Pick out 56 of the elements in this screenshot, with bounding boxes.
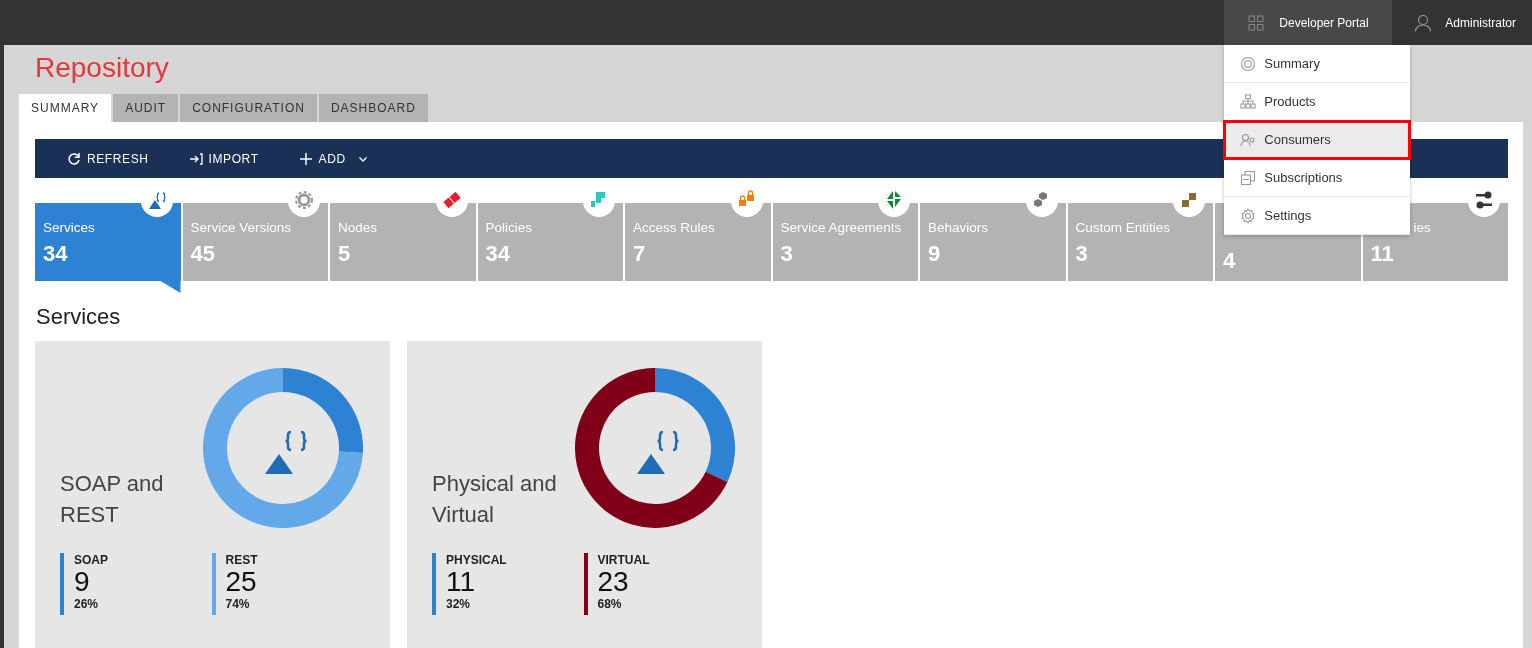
tile-count: 34 [485, 241, 511, 267]
toolbar-button[interactable]: ADD [298, 151, 368, 166]
tile-count: 3 [780, 241, 794, 267]
tile-count: 7 [633, 241, 647, 267]
legend-count: 23 [597, 567, 630, 597]
refresh-icon [67, 151, 81, 166]
summary-tile[interactable]: Services 34 [35, 203, 181, 281]
user-button[interactable]: Administrator [1392, 0, 1532, 45]
tile-count: 11 [1370, 241, 1395, 267]
tile-count: 9 [928, 241, 942, 267]
legend-count: 11 [446, 567, 477, 597]
page-title: Repository [34, 51, 169, 85]
copy-icon [1240, 169, 1257, 186]
tile-label: ies [1412, 220, 1432, 235]
tile-label: Behaviors [928, 220, 990, 235]
tile-count: 4 [1223, 248, 1237, 274]
card-title: SOAP and REST [60, 470, 165, 529]
legend-percent: 32% [446, 597, 472, 611]
legend-count: 25 [225, 567, 258, 597]
hierarchy-icon [1240, 93, 1257, 110]
legend-label: PHYSICAL [446, 553, 507, 567]
tile-label: Custom Entities [1075, 220, 1172, 235]
tile-label: Access Rules [633, 220, 716, 235]
target-icon [1240, 55, 1257, 72]
legend-percent: 26% [74, 597, 100, 611]
settings-icon [1240, 207, 1257, 224]
tile-label: Service Versions [190, 220, 293, 235]
tile-label: Policies [485, 220, 534, 235]
card-title: Physical and Virtual [432, 470, 558, 529]
menu-item[interactable]: Consumers [1224, 121, 1411, 159]
tile-count: 3 [1075, 241, 1089, 267]
section-heading: Services [36, 304, 122, 331]
plus-icon [298, 151, 313, 166]
legend-label: SOAP [74, 553, 108, 567]
user-icon [1414, 13, 1433, 32]
tab[interactable]: DASHBOARD [318, 94, 428, 122]
legend-label: REST [225, 553, 258, 567]
tab[interactable]: CONFIGURATION [180, 94, 317, 122]
tab[interactable]: AUDIT [113, 94, 179, 122]
tile-count: 5 [338, 241, 352, 267]
legend-count: 9 [74, 567, 91, 597]
tile-label: Services [43, 220, 96, 235]
developer-portal-button[interactable]: Developer Portal [1224, 0, 1393, 45]
tile-label: Nodes [338, 220, 379, 235]
tile-count: 45 [190, 241, 216, 267]
legend-label: VIRTUAL [597, 553, 650, 567]
import-icon [188, 151, 203, 166]
tile-label: Service Agreements [780, 220, 903, 235]
tab[interactable]: SUMMARY [19, 94, 112, 122]
legend-percent: 68% [597, 597, 623, 611]
legend-percent: 74% [225, 597, 251, 611]
people-icon [1240, 131, 1257, 148]
toolbar-button[interactable]: IMPORT [188, 151, 259, 166]
toolbar-button[interactable]: REFRESH [67, 151, 149, 166]
grid-icon [1248, 14, 1265, 31]
tile-count: 34 [43, 241, 69, 267]
